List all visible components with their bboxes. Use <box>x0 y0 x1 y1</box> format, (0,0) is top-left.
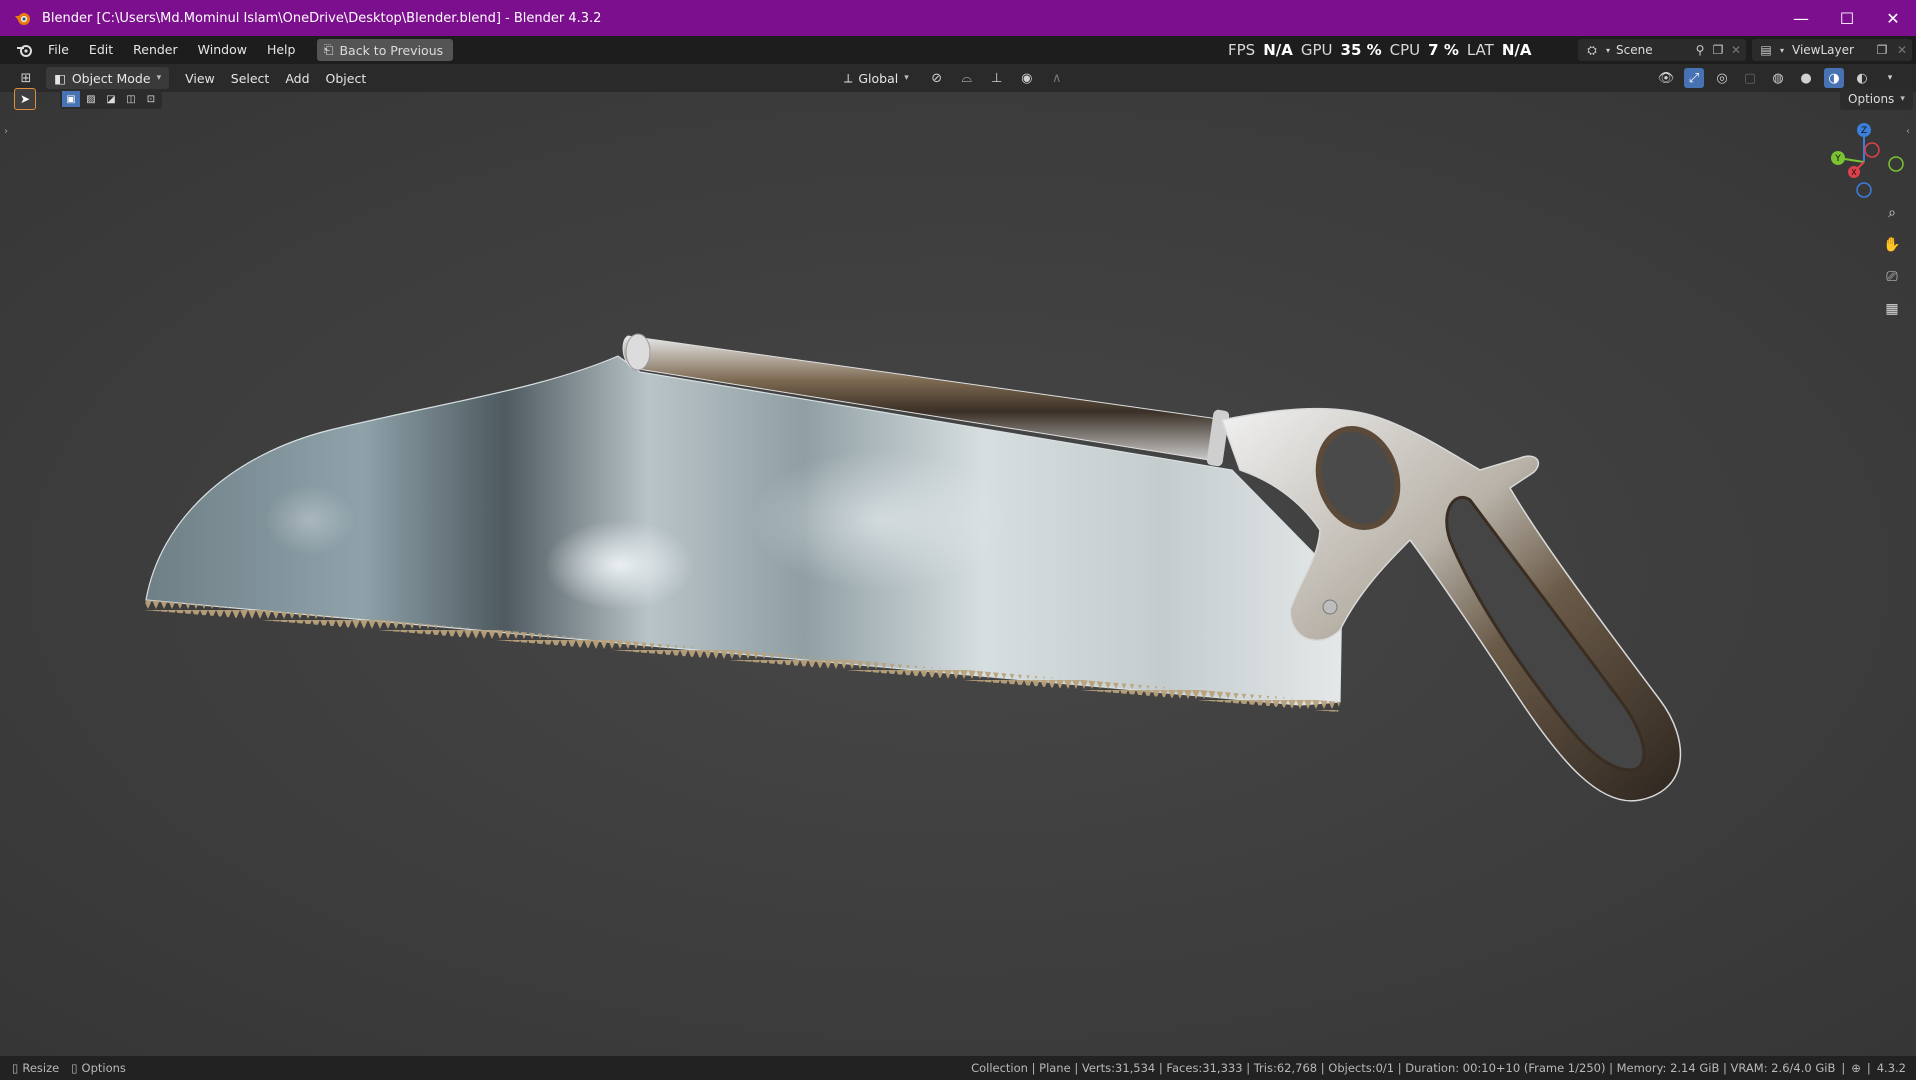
viewport-navigation-buttons: ⌕ ✋ ⎚ ▦ <box>1879 200 1905 322</box>
blade-reflection <box>750 450 1010 590</box>
options-label: Options <box>1848 92 1895 106</box>
viewport-options-dropdown[interactable]: Options ▾ <box>1840 88 1913 110</box>
status-bar: ▯ Resize ▯ Options Collection | Plane | … <box>0 1056 1916 1080</box>
saw-screw <box>1322 599 1338 615</box>
chevron-down-icon: ▾ <box>1900 94 1905 104</box>
camera-view-icon[interactable]: ⎚ <box>1879 264 1905 290</box>
select-tool-icon[interactable]: ➤ <box>14 88 36 110</box>
x-axis-label: X <box>1851 168 1857 177</box>
status-resize: ▯ Resize <box>12 1061 59 1075</box>
select-invert-icon[interactable]: ◫ <box>122 91 140 107</box>
toolbar-expand-icon[interactable]: › <box>4 126 8 137</box>
scene-statistics: Collection | Plane | Verts:31,534 | Face… <box>971 1061 1836 1075</box>
status-options-label: Options <box>81 1061 126 1075</box>
mouse-icon: ▯ <box>12 1061 19 1075</box>
neg-x-axis-handle[interactable] <box>1864 142 1880 158</box>
rod-end-cap <box>625 333 651 371</box>
navigation-gizmo[interactable]: Z Y X <box>1826 118 1906 204</box>
zoom-icon[interactable]: ⌕ <box>1879 200 1905 226</box>
select-subtract-icon[interactable]: ◪ <box>102 91 120 107</box>
select-extend-icon[interactable]: ▨ <box>82 91 100 107</box>
status-resize-label: Resize <box>22 1061 60 1075</box>
separator: | <box>1841 1061 1846 1075</box>
select-new-icon[interactable]: ▣ <box>62 91 80 107</box>
status-options: ▯ Options <box>71 1061 126 1075</box>
selection-mode-group: ▣ ▨ ◪ ◫ ⊡ <box>60 89 162 109</box>
z-axis-label: Z <box>1861 126 1867 136</box>
pan-hand-icon[interactable]: ✋ <box>1879 232 1905 258</box>
neg-y-axis-handle[interactable] <box>1888 156 1904 172</box>
blade-reflection <box>265 485 355 555</box>
y-axis-label: Y <box>1834 154 1841 164</box>
separator: | <box>1866 1061 1871 1075</box>
blender-version: 4.3.2 <box>1876 1061 1906 1075</box>
globe-icon[interactable]: ⊕ <box>1851 1061 1861 1075</box>
neg-z-axis-handle[interactable] <box>1856 182 1872 198</box>
blade-reflection <box>545 520 695 610</box>
saw-model[interactable] <box>0 0 1916 1080</box>
mouse-icon: ▯ <box>71 1061 78 1075</box>
perspective-grid-icon[interactable]: ▦ <box>1879 296 1905 322</box>
viewport-tool-row: ➤ ▣ ▨ ◪ ◫ ⊡ <box>14 88 162 110</box>
select-intersect-icon[interactable]: ⊡ <box>142 91 160 107</box>
sidebar-expand-icon[interactable]: ‹ <box>1906 126 1910 137</box>
